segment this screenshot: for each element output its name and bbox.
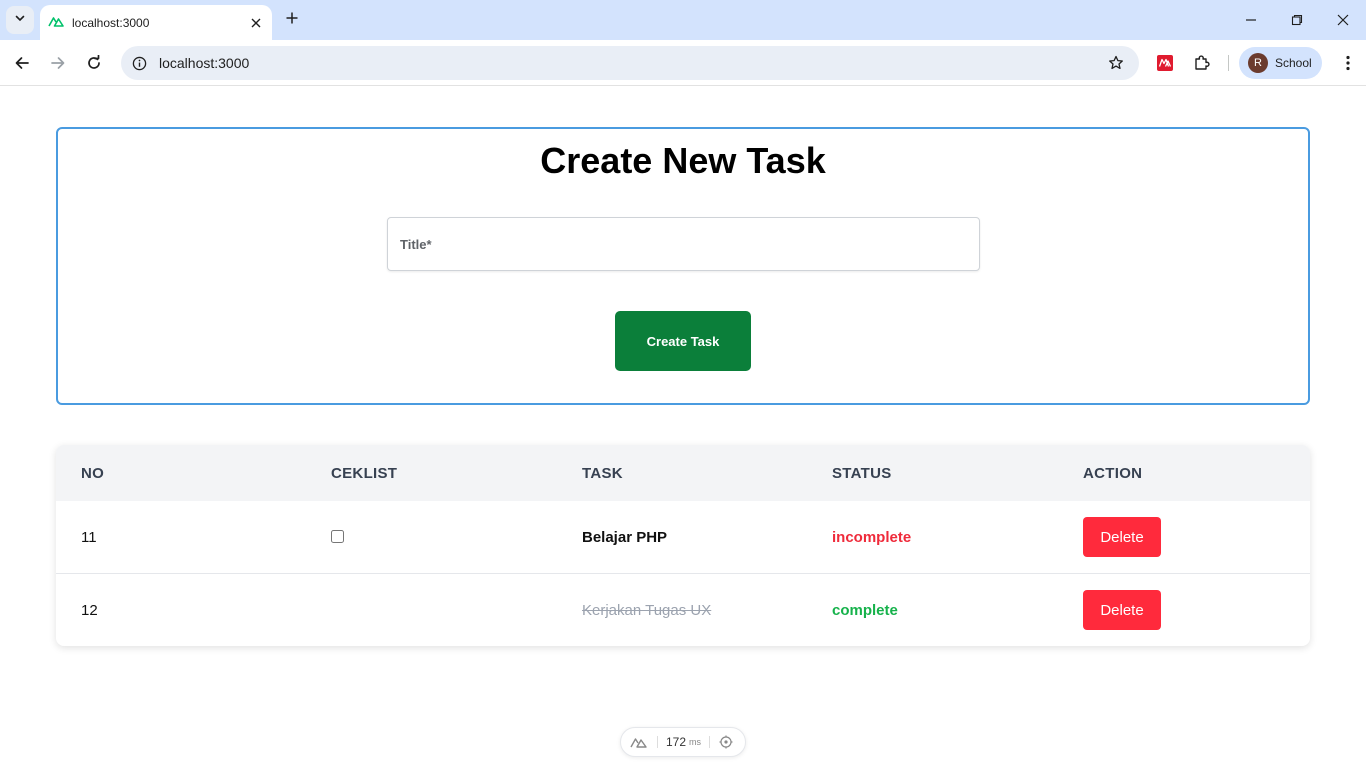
reload-icon[interactable] — [82, 51, 106, 75]
restore-icon[interactable] — [1285, 8, 1309, 32]
nuxt-icon — [48, 14, 64, 32]
info-icon[interactable] — [131, 55, 147, 71]
nuxt-icon — [629, 735, 649, 749]
star-icon[interactable] — [1107, 54, 1125, 72]
chevron-down-icon — [14, 11, 26, 29]
active-tab[interactable]: localhost:3000 — [40, 5, 272, 40]
header-no: NO — [81, 465, 105, 482]
header-task: TASK — [582, 465, 623, 482]
tab-title: localhost:3000 — [72, 15, 150, 30]
close-icon[interactable] — [248, 15, 264, 31]
title-input[interactable] — [387, 217, 980, 271]
delete-button[interactable]: Delete — [1083, 517, 1161, 557]
table-row: 11 Belajar PHP incomplete Delete — [56, 501, 1310, 574]
task-title: Belajar PHP — [582, 529, 668, 546]
status-badge: complete — [832, 602, 898, 619]
extension-icon[interactable] — [1153, 51, 1177, 75]
target-icon[interactable] — [718, 734, 734, 750]
more-icon[interactable] — [1336, 51, 1360, 75]
puzzle-icon[interactable] — [1190, 51, 1214, 75]
devtools-pill[interactable]: 172 ms — [620, 727, 746, 757]
table-header: NO CEKLIST TASK STATUS ACTION — [56, 445, 1310, 501]
minimize-icon[interactable] — [1239, 8, 1263, 32]
new-tab-button[interactable] — [280, 8, 304, 32]
delete-button[interactable]: Delete — [1083, 590, 1161, 630]
profile-button[interactable]: R School — [1239, 47, 1322, 79]
browser-toolbar: localhost:3000 R School — [0, 40, 1366, 86]
render-time: 172 — [666, 735, 687, 749]
task-table: NO CEKLIST TASK STATUS ACTION 11 Belajar… — [56, 445, 1310, 646]
task-checkbox[interactable] — [331, 530, 344, 543]
divider — [657, 736, 658, 748]
address-bar[interactable]: localhost:3000 — [121, 46, 1139, 80]
render-time-unit: ms — [689, 737, 702, 747]
create-task-button[interactable]: Create Task — [615, 311, 751, 371]
tab-strip: localhost:3000 — [0, 0, 1366, 40]
status-badge: incomplete — [832, 529, 912, 546]
close-window-icon[interactable] — [1331, 8, 1355, 32]
header-checklist: CEKLIST — [331, 465, 398, 482]
header-status: STATUS — [832, 465, 892, 482]
row-number: 11 — [81, 529, 97, 546]
url-text[interactable]: localhost:3000 — [159, 55, 1107, 71]
back-icon[interactable] — [10, 51, 34, 75]
plus-icon — [286, 11, 298, 29]
profile-name: School — [1275, 56, 1312, 70]
header-action: ACTION — [1083, 465, 1143, 482]
avatar: R — [1248, 53, 1268, 73]
forward-icon[interactable] — [46, 51, 70, 75]
table-row: 12 Kerjakan Tugas UX complete Delete — [56, 574, 1310, 646]
row-number: 12 — [81, 602, 98, 619]
page-title: Create New Task — [540, 140, 826, 181]
task-title: Kerjakan Tugas UX — [582, 602, 712, 619]
toolbar-separator — [1228, 55, 1229, 71]
tab-search-button[interactable] — [6, 6, 34, 34]
divider — [709, 736, 711, 748]
